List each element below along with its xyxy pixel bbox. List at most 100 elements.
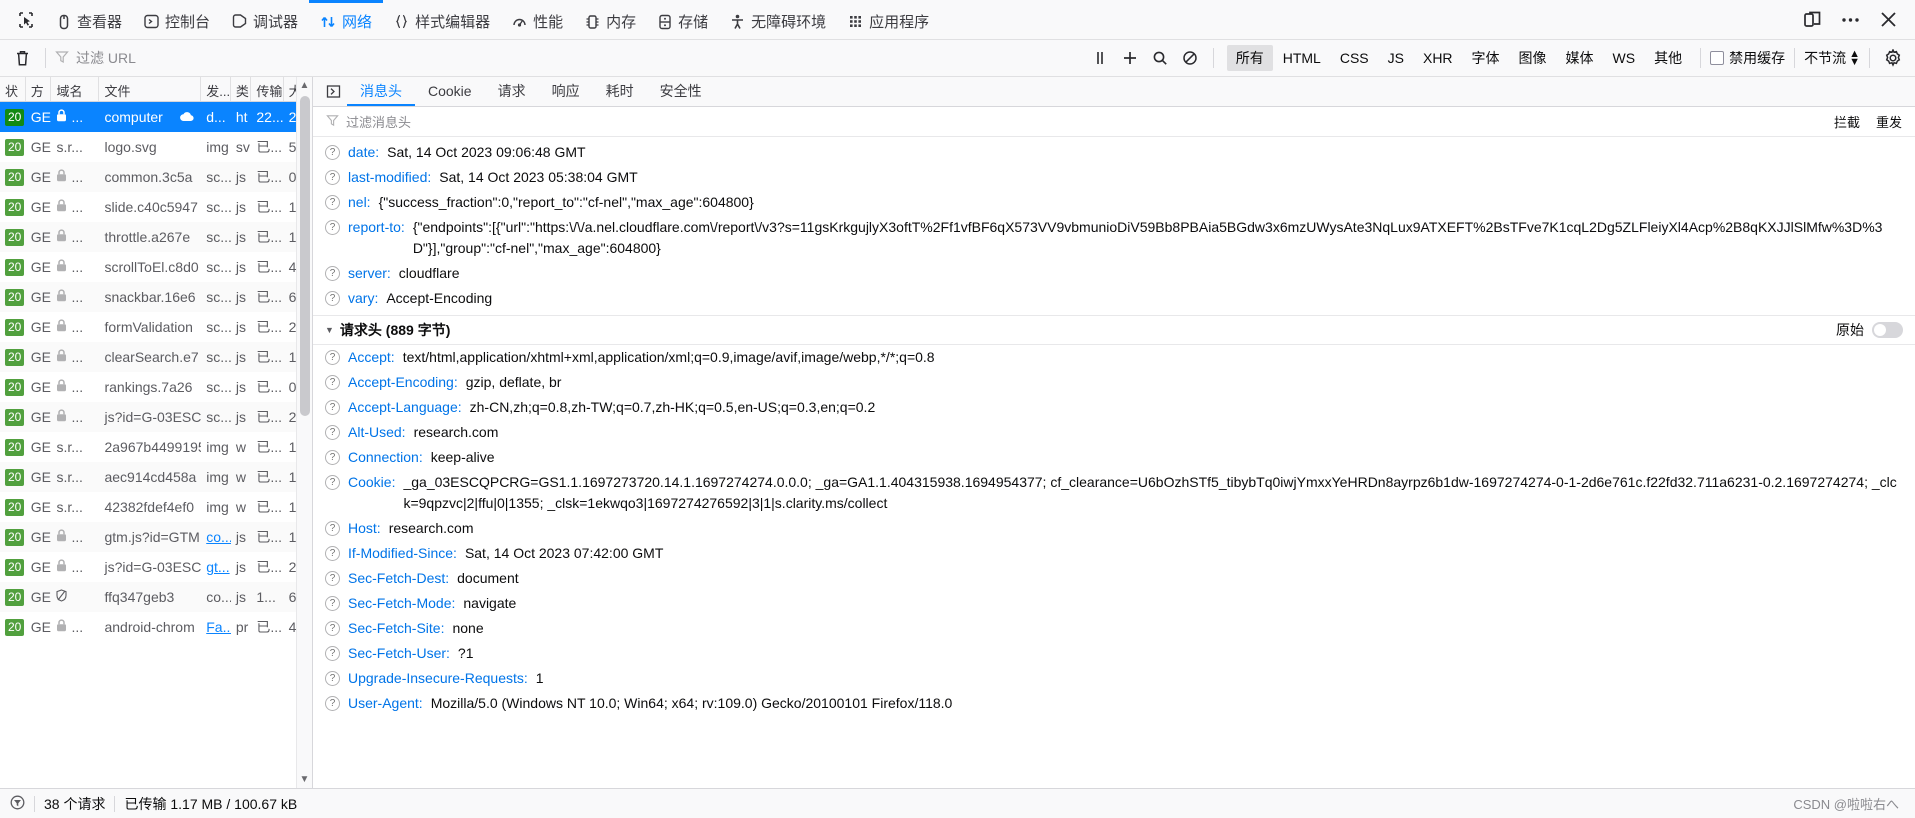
tab-request[interactable]: 请求 xyxy=(485,77,539,106)
header-name[interactable]: Connection: xyxy=(348,447,423,468)
tab-style-editor[interactable]: 样式编辑器 xyxy=(383,0,501,40)
request-headers-section-bar[interactable]: ▼ 请求头 (889 字节) 原始 xyxy=(313,315,1915,345)
header-name[interactable]: vary: xyxy=(348,288,378,309)
tab-security[interactable]: 安全性 xyxy=(647,77,715,106)
tab-cookie[interactable]: Cookie xyxy=(415,77,485,106)
search-icon[interactable] xyxy=(1146,45,1174,71)
filter-xhr[interactable]: XHR xyxy=(1414,47,1462,69)
table-row[interactable]: 20GE...js?id=G-03ESCsc...js已...27 xyxy=(0,402,312,432)
table-row[interactable]: 20 GE... slide.c40c5947 sc... js 已... 1. xyxy=(0,192,312,222)
block-icon[interactable] xyxy=(1176,45,1204,71)
help-icon[interactable]: ? xyxy=(325,170,340,185)
table-row[interactable]: 20GE...clearSearch.e7sc...js已...11 xyxy=(0,342,312,372)
column-header-domain[interactable]: 域名 xyxy=(51,77,100,101)
header-name[interactable]: Cookie: xyxy=(348,472,395,493)
header-name[interactable]: server: xyxy=(348,263,391,284)
help-icon[interactable]: ? xyxy=(325,425,340,440)
more-options-icon[interactable] xyxy=(1833,0,1867,40)
header-name[interactable]: Sec-Fetch-User: xyxy=(348,643,450,664)
table-row[interactable]: 20 GE s.r... 2a967b4499195 img w 已... 1. xyxy=(0,432,312,462)
table-row[interactable]: 20 GE... common.3c5a sc... js 已... 0 xyxy=(0,162,312,192)
new-request-icon[interactable] xyxy=(1116,45,1144,71)
pause-icon[interactable] xyxy=(1086,45,1114,71)
table-row[interactable]: 20GE...throttle.a267esc...js已...17 xyxy=(0,222,312,252)
tab-network[interactable]: 网络 xyxy=(309,0,384,40)
column-header-status[interactable]: 状 xyxy=(0,77,26,101)
table-row[interactable]: 20GE...js?id=G-03ESCgt...js已...27 xyxy=(0,552,312,582)
table-row[interactable]: 20GE...computerd...ht22...29 xyxy=(0,102,312,132)
funnel-status-icon[interactable] xyxy=(10,795,25,813)
table-row[interactable]: 20 GE s.r... aec914cd458a img w 已... 1. xyxy=(0,462,312,492)
column-header-initiator[interactable]: 发... xyxy=(201,77,231,101)
column-header-file[interactable]: 文件 xyxy=(99,77,202,101)
help-icon[interactable]: ? xyxy=(325,266,340,281)
request-list-scrollbar[interactable]: ▲ ▼ xyxy=(296,77,312,788)
filter-all[interactable]: 所有 xyxy=(1226,45,1273,71)
scroll-down-icon[interactable]: ▼ xyxy=(300,771,310,788)
close-icon[interactable] xyxy=(1871,0,1905,40)
filter-ws[interactable]: WS xyxy=(1604,47,1645,69)
header-name[interactable]: User-Agent: xyxy=(348,693,423,714)
help-icon[interactable]: ? xyxy=(325,350,340,365)
header-name[interactable]: nel: xyxy=(348,192,371,213)
tab-accessibility[interactable]: 无障碍环境 xyxy=(719,0,837,40)
header-name[interactable]: Alt-Used: xyxy=(348,422,406,443)
initiator-link[interactable]: Fa... xyxy=(206,619,231,635)
table-row[interactable]: 20GE...snackbar.16e6sc...js已...63 xyxy=(0,282,312,312)
column-header-type[interactable]: 类 xyxy=(231,77,252,101)
filter-other[interactable]: 其他 xyxy=(1645,45,1691,71)
header-name[interactable]: Host: xyxy=(348,518,381,539)
table-row[interactable]: 20GEs.r...logo.svgimgsv已...51 xyxy=(0,132,312,162)
table-row[interactable]: 20GE...scrollToEl.c8d0sc...js已...44 xyxy=(0,252,312,282)
help-icon[interactable]: ? xyxy=(325,195,340,210)
header-name[interactable]: Accept-Language: xyxy=(348,397,462,418)
help-icon[interactable]: ? xyxy=(325,291,340,306)
tab-console[interactable]: 控制台 xyxy=(133,0,221,40)
tab-timings[interactable]: 耗时 xyxy=(593,77,647,106)
disable-cache-checkbox[interactable]: 禁用缓存 xyxy=(1710,48,1785,68)
help-icon[interactable]: ? xyxy=(325,621,340,636)
help-icon[interactable]: ? xyxy=(325,646,340,661)
header-name[interactable]: If-Modified-Since: xyxy=(348,543,457,564)
header-name[interactable]: Sec-Fetch-Mode: xyxy=(348,593,455,614)
gear-icon[interactable] xyxy=(1879,45,1907,71)
filter-css[interactable]: CSS xyxy=(1331,47,1378,69)
resend-request-button[interactable]: 重发 xyxy=(1876,112,1902,131)
table-row[interactable]: 20 GE... rankings.7a26 sc... js 已... 0 xyxy=(0,372,312,402)
column-header-transferred[interactable]: 传输 xyxy=(251,77,284,101)
tab-inspector[interactable]: 查看器 xyxy=(46,0,133,40)
filter-media[interactable]: 媒体 xyxy=(1557,45,1603,71)
tab-memory[interactable]: 内存 xyxy=(574,0,647,40)
scrollbar-thumb[interactable] xyxy=(300,96,310,416)
scroll-up-icon[interactable]: ▲ xyxy=(300,77,310,94)
help-icon[interactable]: ? xyxy=(325,450,340,465)
header-name[interactable]: Accept-Encoding: xyxy=(348,372,458,393)
table-row[interactable]: 20GEffq347geb3co...js1...65 xyxy=(0,582,312,612)
block-request-button[interactable]: 拦截 xyxy=(1834,112,1860,131)
tab-performance[interactable]: 性能 xyxy=(501,0,574,40)
initiator-link[interactable]: gt... xyxy=(206,559,229,575)
help-icon[interactable]: ? xyxy=(325,671,340,686)
help-icon[interactable]: ? xyxy=(325,400,340,415)
header-name[interactable]: last-modified: xyxy=(348,167,431,188)
raw-toggle-switch[interactable] xyxy=(1872,322,1903,338)
filter-image[interactable]: 图像 xyxy=(1510,45,1556,71)
help-icon[interactable]: ? xyxy=(325,521,340,536)
filter-js[interactable]: JS xyxy=(1379,47,1413,69)
header-name[interactable]: date: xyxy=(348,142,379,163)
header-name[interactable]: Sec-Fetch-Site: xyxy=(348,618,444,639)
help-icon[interactable]: ? xyxy=(325,220,340,235)
trash-icon[interactable] xyxy=(8,45,36,71)
tab-application[interactable]: 应用程序 xyxy=(837,0,940,40)
tab-storage[interactable]: 存储 xyxy=(647,0,719,40)
table-row[interactable]: 20GE...gtm.js?id=GTMco...js已...18 xyxy=(0,522,312,552)
header-name[interactable]: Sec-Fetch-Dest: xyxy=(348,568,449,589)
help-icon[interactable]: ? xyxy=(325,475,340,490)
help-icon[interactable]: ? xyxy=(325,696,340,711)
help-icon[interactable]: ? xyxy=(325,375,340,390)
help-icon[interactable]: ? xyxy=(325,145,340,160)
element-picker-button[interactable] xyxy=(6,0,46,40)
tab-response[interactable]: 响应 xyxy=(539,77,593,106)
help-icon[interactable]: ? xyxy=(325,571,340,586)
expand-panel-icon[interactable] xyxy=(319,77,347,106)
